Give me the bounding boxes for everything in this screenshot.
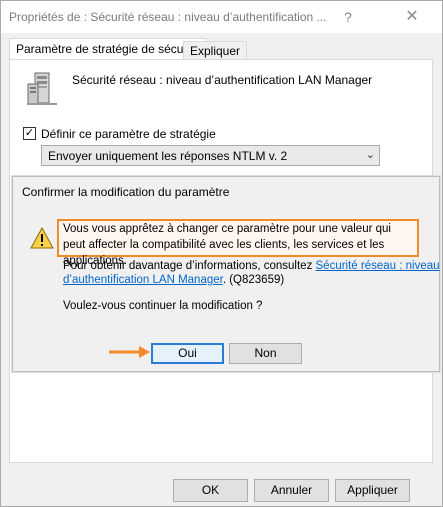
title-bar: Propriétés de : Sécurité réseau : niveau… <box>1 1 442 33</box>
no-button[interactable]: Non <box>229 343 302 364</box>
yes-button[interactable]: Oui <box>151 343 224 364</box>
define-policy-checkbox[interactable]: ✓ <box>23 127 36 140</box>
close-button[interactable]: ✕ <box>389 1 435 33</box>
dialog-body: Vous vous apprêtez à changer ce paramètr… <box>13 205 440 371</box>
help-button[interactable]: ? <box>336 5 360 29</box>
dialog-title: Confirmer la modification du paramètre <box>22 185 230 199</box>
tab-security-policy-setting[interactable]: Paramètre de stratégie de sécurité <box>9 38 208 60</box>
window-title: Propriétés de : Sécurité réseau : niveau… <box>9 10 327 24</box>
policy-name: Sécurité réseau : niveau d’authentificat… <box>72 73 373 87</box>
info-prefix: Pour obtenir davantage d’informations, c… <box>63 260 316 272</box>
cancel-button[interactable]: Annuler <box>254 479 329 502</box>
tab-explain[interactable]: Expliquer <box>183 41 248 60</box>
info-suffix: . (Q823659) <box>222 274 285 286</box>
continue-question: Voulez-vous continuer la modification ? <box>63 300 263 312</box>
auth-level-select[interactable]: Envoyer uniquement les réponses NTLM v. … <box>41 145 380 166</box>
more-info-text: Pour obtenir davantage d’informations, c… <box>63 259 443 287</box>
server-icon <box>26 72 58 109</box>
arrow-annotation-icon <box>109 345 151 362</box>
chevron-down-icon: ⌄ <box>365 149 375 161</box>
confirm-change-dialog: Confirmer la modification du paramètre V… <box>12 176 440 372</box>
apply-button[interactable]: Appliquer <box>335 479 410 502</box>
ok-button[interactable]: OK <box>173 479 248 502</box>
warning-icon <box>30 226 54 252</box>
auth-level-selected-value: Envoyer uniquement les réponses NTLM v. … <box>48 149 288 163</box>
define-policy-label: Définir ce paramètre de stratégie <box>41 127 216 141</box>
